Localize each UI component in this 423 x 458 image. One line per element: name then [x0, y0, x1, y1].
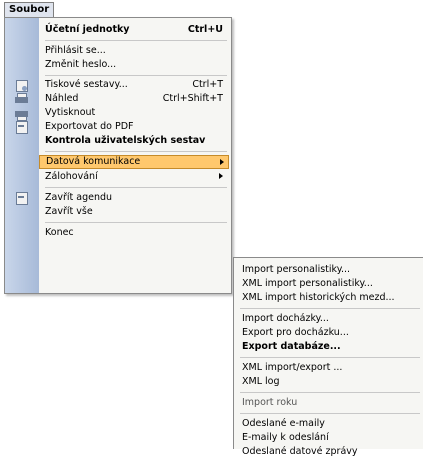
submenu-item-label: Export pro docházku... — [242, 327, 349, 338]
datova-komunikace-submenu: Import personalistiky... XML import pers… — [233, 257, 423, 457]
menu-item-label: Náhled — [45, 93, 79, 104]
menu-item-zmenit-heslo[interactable]: Změnit heslo... — [45, 58, 227, 71]
menu-item-zavrit-vse[interactable]: Zavřít vše — [45, 205, 227, 218]
submenu-item-export-databaze[interactable]: Export databáze... — [242, 340, 422, 353]
submenu-item-label: XML import personalistiky... — [242, 278, 373, 289]
menu-separator — [45, 40, 227, 41]
menu-item-label: Přihlásit se... — [45, 45, 106, 56]
menu-item-label: Zavřít vše — [45, 206, 93, 217]
submenu-item-xml-import-personalistiky[interactable]: XML import personalistiky... — [242, 277, 422, 290]
submenu-separator — [240, 357, 420, 358]
submenu-item-label: E-maily k odeslání — [242, 432, 329, 443]
soubor-menu: Účetní jednotky Ctrl+U Přihlásit se... Z… — [4, 17, 232, 294]
menu-separator — [45, 222, 227, 223]
menu-separator — [45, 75, 227, 76]
menu-item-label: Změnit heslo... — [45, 59, 117, 70]
menu-soubor[interactable]: Soubor — [4, 2, 55, 18]
submenu-item-label: XML import/export ... — [242, 362, 343, 373]
print-preview-icon — [14, 79, 30, 93]
menu-item-label: Tiskové sestavy... — [45, 79, 128, 90]
menu-item-konec[interactable]: Konec — [45, 226, 227, 239]
submenu-item-xml-import-historickych-mezd[interactable]: XML import historických mezd... — [242, 291, 422, 304]
close-agenda-icon — [14, 192, 30, 206]
menu-item-zavrit-agendu[interactable]: Zavřít agendu — [45, 191, 227, 204]
submenu-separator — [240, 308, 420, 309]
menu-item-label: Exportovat do PDF — [45, 121, 134, 132]
submenu-arrow-icon — [219, 173, 223, 179]
close-agenda-icon — [14, 121, 30, 135]
menu-item-shortcut: Ctrl+T — [192, 79, 223, 90]
submenu-item-xml-log[interactable]: XML log — [242, 375, 422, 388]
menu-item-nahled[interactable]: Náhled Ctrl+Shift+T — [45, 92, 227, 105]
menu-item-kontrola-sestav[interactable]: Kontrola uživatelských sestav — [45, 134, 227, 147]
submenu-item-odeslane-emaily[interactable]: Odeslané e-maily — [242, 417, 422, 430]
menu-separator — [45, 151, 227, 152]
menu-item-shortcut: Ctrl+U — [187, 24, 223, 35]
submenu-item-odeslane-datove-zpravy[interactable]: Odeslané datové zprávy — [242, 445, 422, 458]
menu-item-label: Datová komunikace — [46, 156, 141, 167]
menu-item-prihlasit-se[interactable]: Přihlásit se... — [45, 44, 227, 57]
menu-item-vytisknout[interactable]: Vytisknout — [45, 106, 227, 119]
submenu-separator — [240, 392, 420, 393]
menu-item-label: Zavřít agendu — [45, 192, 113, 203]
menu-item-shortcut: Ctrl+Shift+T — [162, 93, 223, 104]
submenu-separator — [240, 413, 420, 414]
printer-icon — [14, 93, 30, 107]
submenu-item-xml-import-export[interactable]: XML import/export ... — [242, 361, 422, 374]
submenu-item-export-pro-dochazku[interactable]: Export pro docházku... — [242, 326, 422, 339]
submenu-item-label: Odeslané e-maily — [242, 418, 325, 429]
menu-item-zalohovani[interactable]: Zálohování — [45, 170, 227, 183]
menu-item-ucetni-jednotky[interactable]: Účetní jednotky Ctrl+U — [45, 23, 227, 36]
submenu-item-import-roku[interactable]: Import roku — [242, 396, 422, 409]
submenu-item-label: XML import historických mezd... — [242, 292, 395, 303]
menu-icon-gutter — [5, 18, 39, 293]
submenu-item-import-dochazky[interactable]: Import docházky... — [242, 312, 422, 325]
menu-item-datova-komunikace[interactable]: Datová komunikace — [39, 155, 229, 169]
export-pdf-icon — [14, 107, 30, 121]
submenu-item-label: Import roku — [242, 397, 298, 408]
submenu-arrow-icon — [220, 159, 224, 165]
submenu-item-import-personalistiky[interactable]: Import personalistiky... — [242, 263, 422, 276]
menu-separator — [45, 187, 227, 188]
menu-item-label: Zálohování — [45, 171, 98, 182]
submenu-item-label: XML log — [242, 376, 280, 387]
menu-item-exportovat-pdf[interactable]: Exportovat do PDF — [45, 120, 227, 133]
menu-item-tiskove-sestavy[interactable]: Tiskové sestavy... Ctrl+T — [45, 78, 227, 91]
menu-item-label: Kontrola uživatelských sestav — [45, 135, 206, 146]
submenu-item-label: Export databáze... — [242, 341, 341, 352]
submenu-item-emaily-k-odeslani[interactable]: E-maily k odeslání — [242, 431, 422, 444]
menu-item-label: Účetní jednotky — [45, 24, 130, 35]
menu-item-label: Konec — [45, 227, 74, 238]
submenu-item-label: Import docházky... — [242, 313, 329, 324]
menu-item-label: Vytisknout — [45, 107, 96, 118]
submenu-item-label: Import personalistiky... — [242, 264, 351, 275]
